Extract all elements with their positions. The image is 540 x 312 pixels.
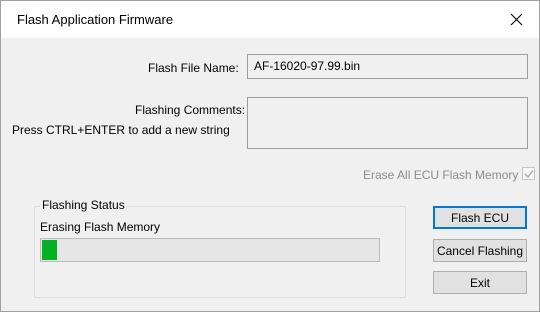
erase-all-label: Erase All ECU Flash Memory: [363, 168, 519, 182]
check-icon: [524, 170, 534, 179]
flash-file-name-label: Flash File Name:: [148, 61, 239, 75]
window-title: Flash Application Firmware: [17, 12, 174, 27]
close-button[interactable]: [493, 1, 539, 38]
flashing-comments-hint: Press CTRL+ENTER to add a new string: [12, 123, 230, 137]
flash-firmware-dialog: Flash Application Firmware Flash File Na…: [0, 0, 540, 312]
flashing-status-title: Flashing Status: [40, 198, 127, 212]
exit-button[interactable]: Exit: [433, 271, 527, 294]
flash-progress-bar: [40, 238, 380, 262]
title-bar: Flash Application Firmware: [1, 1, 539, 38]
flash-file-name-value: AF-16020-97.99.bin: [254, 59, 361, 73]
flash-progress-fill: [42, 240, 57, 260]
cancel-flashing-button[interactable]: Cancel Flashing: [433, 239, 527, 262]
flash-file-name-field[interactable]: AF-16020-97.99.bin: [247, 54, 528, 79]
erase-all-checkbox[interactable]: [522, 167, 535, 180]
flash-ecu-button[interactable]: Flash ECU: [433, 206, 527, 229]
close-icon: [510, 13, 522, 26]
flashing-comments-label: Flashing Comments:: [135, 103, 246, 117]
status-message: Erasing Flash Memory: [40, 220, 161, 234]
flashing-comments-field[interactable]: [247, 97, 528, 149]
